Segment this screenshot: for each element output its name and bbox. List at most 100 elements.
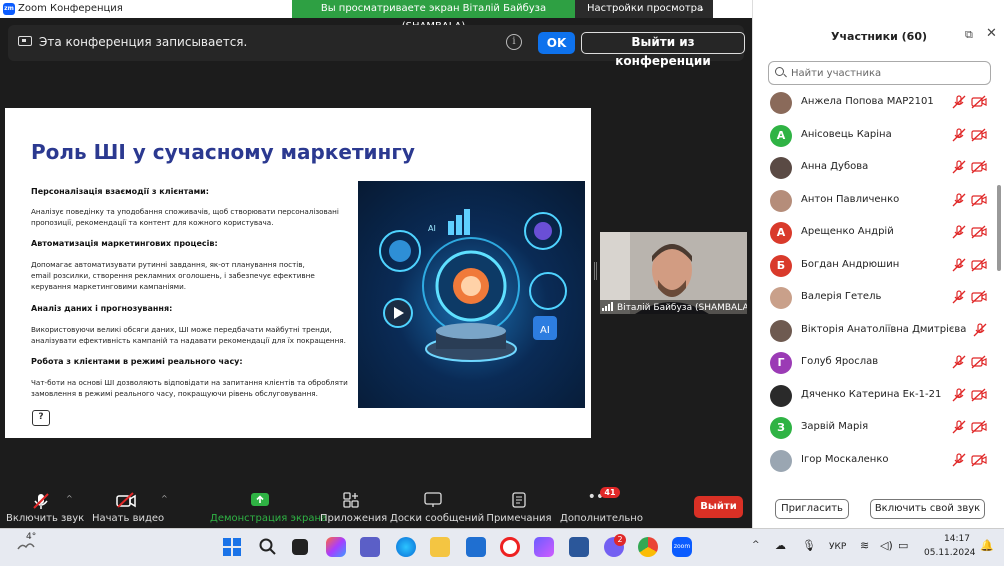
battery-icon[interactable]: ▭ <box>898 539 908 552</box>
participant-row[interactable]: Ігор Москаленко <box>753 445 997 478</box>
mic-off-icon[interactable] <box>952 127 966 142</box>
pop-out-icon[interactable]: ⧉ <box>965 28 973 42</box>
viber-badge: 2 <box>614 534 626 546</box>
teams-icon[interactable] <box>360 537 380 557</box>
edge-icon[interactable] <box>396 537 416 557</box>
participant-row[interactable]: Антон Павличенко <box>753 185 997 218</box>
help-icon: ? <box>32 410 50 426</box>
zoom-taskbar-icon[interactable]: zoom <box>672 537 692 557</box>
wifi-icon[interactable]: ≋ <box>860 539 869 552</box>
search-icon[interactable] <box>258 537 278 557</box>
video-off-icon[interactable] <box>971 193 987 207</box>
meeting-toolbar: Включить звук ^ Начать видео ^ Демонстра… <box>0 486 752 528</box>
microphone-icon[interactable]: 🎙 <box>802 539 816 552</box>
notes-button[interactable]: Примечания <box>486 486 552 528</box>
mic-off-icon[interactable] <box>973 322 987 337</box>
opera-icon[interactable] <box>500 537 520 557</box>
file-explorer-icon[interactable] <box>430 537 450 557</box>
whiteboards-button[interactable]: Доски сообщений <box>390 486 485 528</box>
mic-off-icon[interactable] <box>952 95 966 109</box>
mic-off-icon[interactable] <box>952 192 966 207</box>
participant-row[interactable]: А Анісовець Каріна <box>753 120 997 153</box>
mic-off-icon[interactable] <box>952 160 966 174</box>
mic-off-icon[interactable] <box>952 355 966 369</box>
avatar: Б <box>770 254 792 277</box>
mic-off-icon[interactable] <box>952 420 966 434</box>
volume-icon[interactable]: ◁) <box>880 539 893 552</box>
video-off-icon[interactable] <box>971 128 987 142</box>
windows-taskbar: 4° 2 zoom ^ ☁ 🎙 УКР ≋ ◁) ▭ 14:17 05.11.2… <box>0 528 1004 566</box>
participant-name: Ігор Москаленко <box>801 453 889 465</box>
participant-row[interactable]: Валерія Гетель <box>753 282 997 315</box>
avatar <box>770 384 792 407</box>
leave-conference-button[interactable]: Выйти из конференции <box>581 32 745 68</box>
apps-button[interactable]: Приложения <box>320 486 387 528</box>
task-view-icon[interactable] <box>292 539 308 555</box>
invite-button[interactable]: Пригласить <box>775 499 849 519</box>
chevron-up-icon[interactable]: ^ <box>66 494 73 503</box>
clock-date[interactable]: 05.11.2024 <box>924 548 976 558</box>
participant-name: Анна Дубова <box>801 161 869 172</box>
clock-time[interactable]: 14:17 <box>944 534 970 544</box>
participant-name: Антон Павличенко <box>801 193 900 205</box>
video-tile[interactable]: Віталій Байбуза (SHAMBALA) <box>600 232 747 314</box>
unmute-me-button[interactable]: Включить свой звук <box>870 499 985 519</box>
participant-row[interactable]: Г Голуб Ярослав <box>753 347 997 380</box>
unmute-button[interactable]: Включить звук <box>6 486 85 528</box>
chevron-up-icon[interactable]: ^ <box>161 494 168 503</box>
participant-row[interactable]: Дяченко Катерина Ек-1-21 <box>753 380 997 413</box>
resize-handle[interactable] <box>594 262 597 280</box>
video-off-icon[interactable] <box>971 290 987 304</box>
video-off-icon[interactable] <box>971 160 987 174</box>
video-off-icon[interactable] <box>971 225 987 239</box>
start-video-label: Начать видео <box>92 513 165 524</box>
copilot-icon[interactable] <box>326 537 346 557</box>
start-video-button[interactable]: Начать видео <box>92 486 165 528</box>
mic-off-icon[interactable] <box>952 257 966 272</box>
chevron-up-icon[interactable]: ^ <box>752 540 760 550</box>
video-off-icon[interactable] <box>971 420 987 434</box>
participant-row[interactable]: Б Богдан Андрюшин <box>753 250 997 283</box>
participant-row[interactable]: Анжела Попова МАР2101 <box>753 87 997 120</box>
participant-search-input[interactable] <box>789 66 984 81</box>
share-screen-button[interactable]: Демонстрация экрана <box>210 486 327 528</box>
view-options-button[interactable]: Настройки просмотра ⌄ <box>575 0 713 18</box>
unmute-label: Включить звук <box>6 513 85 524</box>
participant-row[interactable]: Анна Дубова <box>753 152 997 185</box>
video-off-icon[interactable] <box>971 355 987 369</box>
participant-row[interactable]: З Зарвій Марія <box>753 412 997 445</box>
ok-button[interactable]: OK <box>538 32 575 54</box>
mic-off-icon[interactable] <box>952 225 966 239</box>
windows-start-icon[interactable] <box>222 537 242 557</box>
chrome-icon[interactable] <box>638 537 658 557</box>
leave-button[interactable]: Выйти <box>694 496 743 518</box>
word-icon[interactable] <box>569 537 589 557</box>
participant-name: Дяченко Катерина Ек-1-21 <box>801 388 942 400</box>
info-icon[interactable]: i <box>506 34 522 50</box>
participant-search[interactable] <box>768 61 991 85</box>
mail-icon[interactable] <box>466 537 486 557</box>
language-indicator[interactable]: УКР <box>829 542 846 552</box>
notes-label: Примечания <box>486 513 552 524</box>
participant-row[interactable]: А Арещенко Андрій <box>753 217 997 250</box>
participant-name: Вікторія Анатоліївна Дмитрієва <box>801 323 967 335</box>
participants-scrollbar[interactable] <box>997 185 1001 271</box>
close-icon[interactable]: ✕ <box>986 26 997 41</box>
participant-row[interactable]: Вікторія Анатоліївна Дмитрієва <box>753 315 997 348</box>
mic-off-icon[interactable] <box>952 387 966 402</box>
video-off-icon[interactable] <box>971 453 987 467</box>
weather-temp: 4° <box>26 532 37 542</box>
mic-off-icon[interactable] <box>952 452 966 467</box>
whiteboards-label: Доски сообщений <box>390 513 485 524</box>
app-icon[interactable] <box>534 537 554 557</box>
avatar <box>770 157 792 179</box>
mic-off-icon[interactable] <box>952 290 966 304</box>
participant-name: Арещенко Андрій <box>801 226 894 237</box>
video-off-icon[interactable] <box>971 388 987 402</box>
cloud-icon[interactable]: ☁ <box>775 539 786 552</box>
participants-list: Анжела Попова МАР2101 А Анісовець Каріна… <box>753 87 997 477</box>
notifications-icon[interactable]: 🔔 <box>980 539 994 552</box>
apps-icon <box>343 492 359 508</box>
video-off-icon[interactable] <box>971 258 987 272</box>
video-off-icon[interactable] <box>971 95 987 109</box>
